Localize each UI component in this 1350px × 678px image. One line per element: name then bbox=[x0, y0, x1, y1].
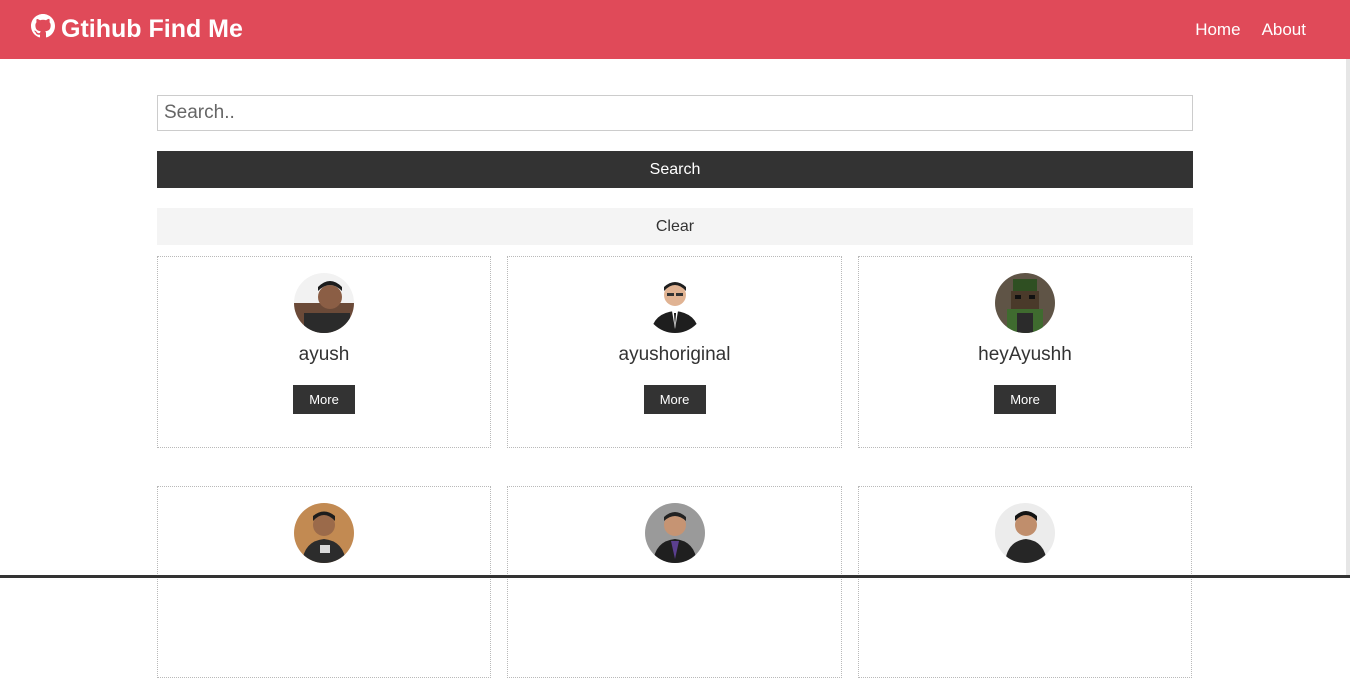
avatar bbox=[294, 273, 354, 333]
avatar bbox=[644, 503, 705, 563]
user-card: ayush More bbox=[157, 256, 491, 448]
user-login: ayushoriginal bbox=[618, 344, 731, 365]
user-card bbox=[858, 486, 1192, 678]
nav-links: Home About bbox=[1195, 20, 1306, 40]
avatar bbox=[995, 503, 1055, 563]
user-login: ayush bbox=[298, 344, 350, 365]
search-form: Search Clear bbox=[157, 95, 1193, 245]
user-card bbox=[507, 486, 842, 678]
more-button[interactable]: More bbox=[643, 385, 706, 414]
search-input[interactable] bbox=[157, 95, 1193, 131]
brand[interactable]: Gtihub Find Me bbox=[31, 14, 243, 45]
more-button[interactable]: More bbox=[293, 385, 355, 414]
avatar bbox=[644, 273, 705, 333]
search-button[interactable]: Search bbox=[157, 151, 1193, 188]
github-icon bbox=[31, 14, 61, 45]
more-button[interactable]: More bbox=[994, 385, 1056, 414]
user-card: ayushoriginal More bbox=[507, 256, 842, 448]
navbar: Gtihub Find Me Home About bbox=[0, 0, 1350, 59]
brand-title: Gtihub Find Me bbox=[61, 15, 243, 43]
user-card bbox=[157, 486, 491, 678]
scrollbar[interactable] bbox=[1346, 59, 1350, 578]
user-card: heyAyushh More bbox=[858, 256, 1192, 448]
avatar bbox=[995, 273, 1055, 333]
nav-link-home[interactable]: Home bbox=[1195, 20, 1240, 40]
user-login: heyAyushh bbox=[978, 344, 1072, 365]
avatar bbox=[294, 503, 354, 563]
user-grid: ayush More ayushoriginal More heyAyushh … bbox=[157, 256, 1193, 678]
nav-link-about[interactable]: About bbox=[1262, 20, 1306, 40]
clear-button[interactable]: Clear bbox=[157, 208, 1193, 245]
